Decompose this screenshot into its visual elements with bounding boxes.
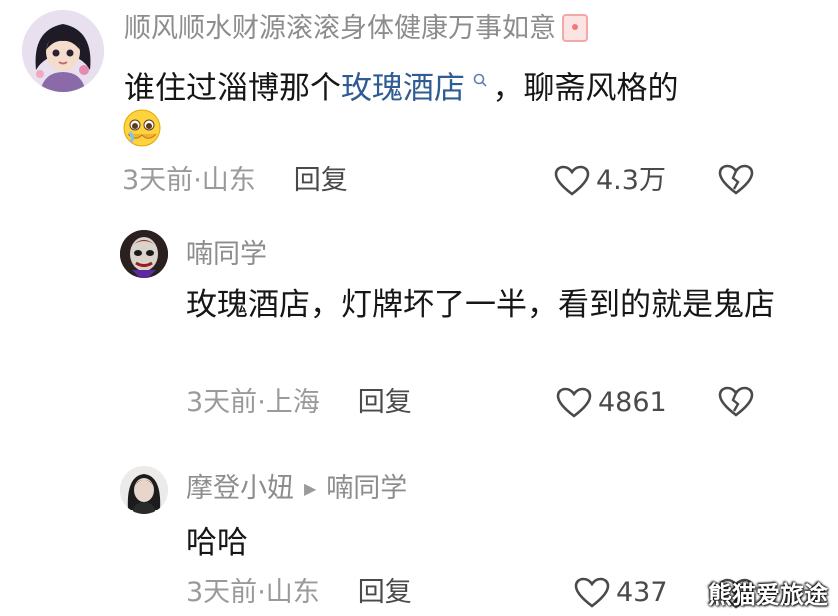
comment-text-part: 谁住过淄博那个	[124, 70, 341, 107]
timestamp: 3天前	[122, 165, 194, 196]
play-triangle-icon: ▶	[304, 479, 317, 498]
username-text[interactable]: 摩登小妞	[186, 472, 294, 506]
crying-emoji-icon	[120, 108, 164, 148]
reply-button[interactable]: 回复	[358, 386, 412, 420]
comment-text: 玫瑰酒店，灯牌坏了一半，看到的就是鬼店	[186, 287, 775, 323]
username[interactable]: 顺风顺水财源滚滚身体健康万事如意	[124, 12, 588, 46]
heart-outline-icon[interactable]	[574, 577, 610, 609]
like-button[interactable]: 4861	[556, 386, 667, 420]
avatar[interactable]	[120, 230, 168, 278]
location: 山东	[265, 577, 320, 608]
like-button[interactable]: 437	[574, 576, 668, 610]
comment-meta: 3天前 · 山东 回复	[122, 164, 348, 198]
search-link[interactable]: 玫瑰酒店	[341, 70, 465, 106]
location: 山东	[201, 165, 256, 196]
username[interactable]: 喃同学	[186, 238, 267, 272]
like-button[interactable]: 4.3万	[554, 164, 666, 198]
reply-to-username[interactable]: 喃同学	[326, 472, 407, 506]
reply-button[interactable]: 回复	[358, 576, 412, 610]
heart-outline-icon[interactable]	[556, 387, 592, 419]
timestamp: 3天前	[186, 387, 258, 418]
heart-outline-icon[interactable]	[554, 165, 590, 197]
broken-heart-icon[interactable]	[718, 164, 754, 196]
reply-button[interactable]: 回复	[294, 164, 348, 198]
comment-item: 顺风顺水财源滚滚身体健康万事如意 谁住过淄博那个玫瑰酒店 ，聊斋风格的 3天前 …	[0, 0, 838, 214]
like-count: 4.3万	[596, 165, 666, 196]
comment-text: 谁住过淄博那个玫瑰酒店 ，聊斋风格的	[124, 58, 678, 112]
comments-page: 顺风顺水财源滚滚身体健康万事如意 谁住过淄博那个玫瑰酒店 ，聊斋风格的 3天前 …	[0, 0, 838, 616]
username: 摩登小妞 ▶ 喃同学	[186, 472, 407, 506]
broken-heart-icon[interactable]	[718, 386, 754, 418]
meta-separator: ·	[257, 387, 266, 418]
avatar[interactable]	[22, 10, 104, 92]
red-envelope-icon	[562, 13, 588, 42]
avatar[interactable]	[120, 466, 168, 514]
dislike-button[interactable]	[718, 386, 754, 418]
comment-text-part: ，聊斋风格的	[492, 70, 679, 107]
username-text[interactable]: 顺风顺水财源滚滚身体健康万事如意	[124, 13, 556, 44]
dislike-button[interactable]	[718, 164, 754, 196]
like-count: 4861	[598, 387, 667, 418]
comment-item: 喃同学 玫瑰酒店，灯牌坏了一半，看到的就是鬼店 3天前 · 上海 回复 4861	[0, 214, 838, 454]
location: 上海	[265, 387, 320, 418]
watermark: 熊猫爱旅途	[708, 581, 828, 609]
comment-meta: 3天前 · 上海 回复	[186, 386, 412, 420]
like-count: 437	[616, 577, 668, 608]
comment-meta: 3天前 · 山东 回复	[186, 576, 412, 610]
comment-text: 哈哈	[186, 525, 248, 561]
meta-separator: ·	[193, 165, 202, 196]
meta-separator: ·	[257, 577, 266, 608]
search-icon[interactable]	[467, 71, 492, 92]
timestamp: 3天前	[186, 577, 258, 608]
